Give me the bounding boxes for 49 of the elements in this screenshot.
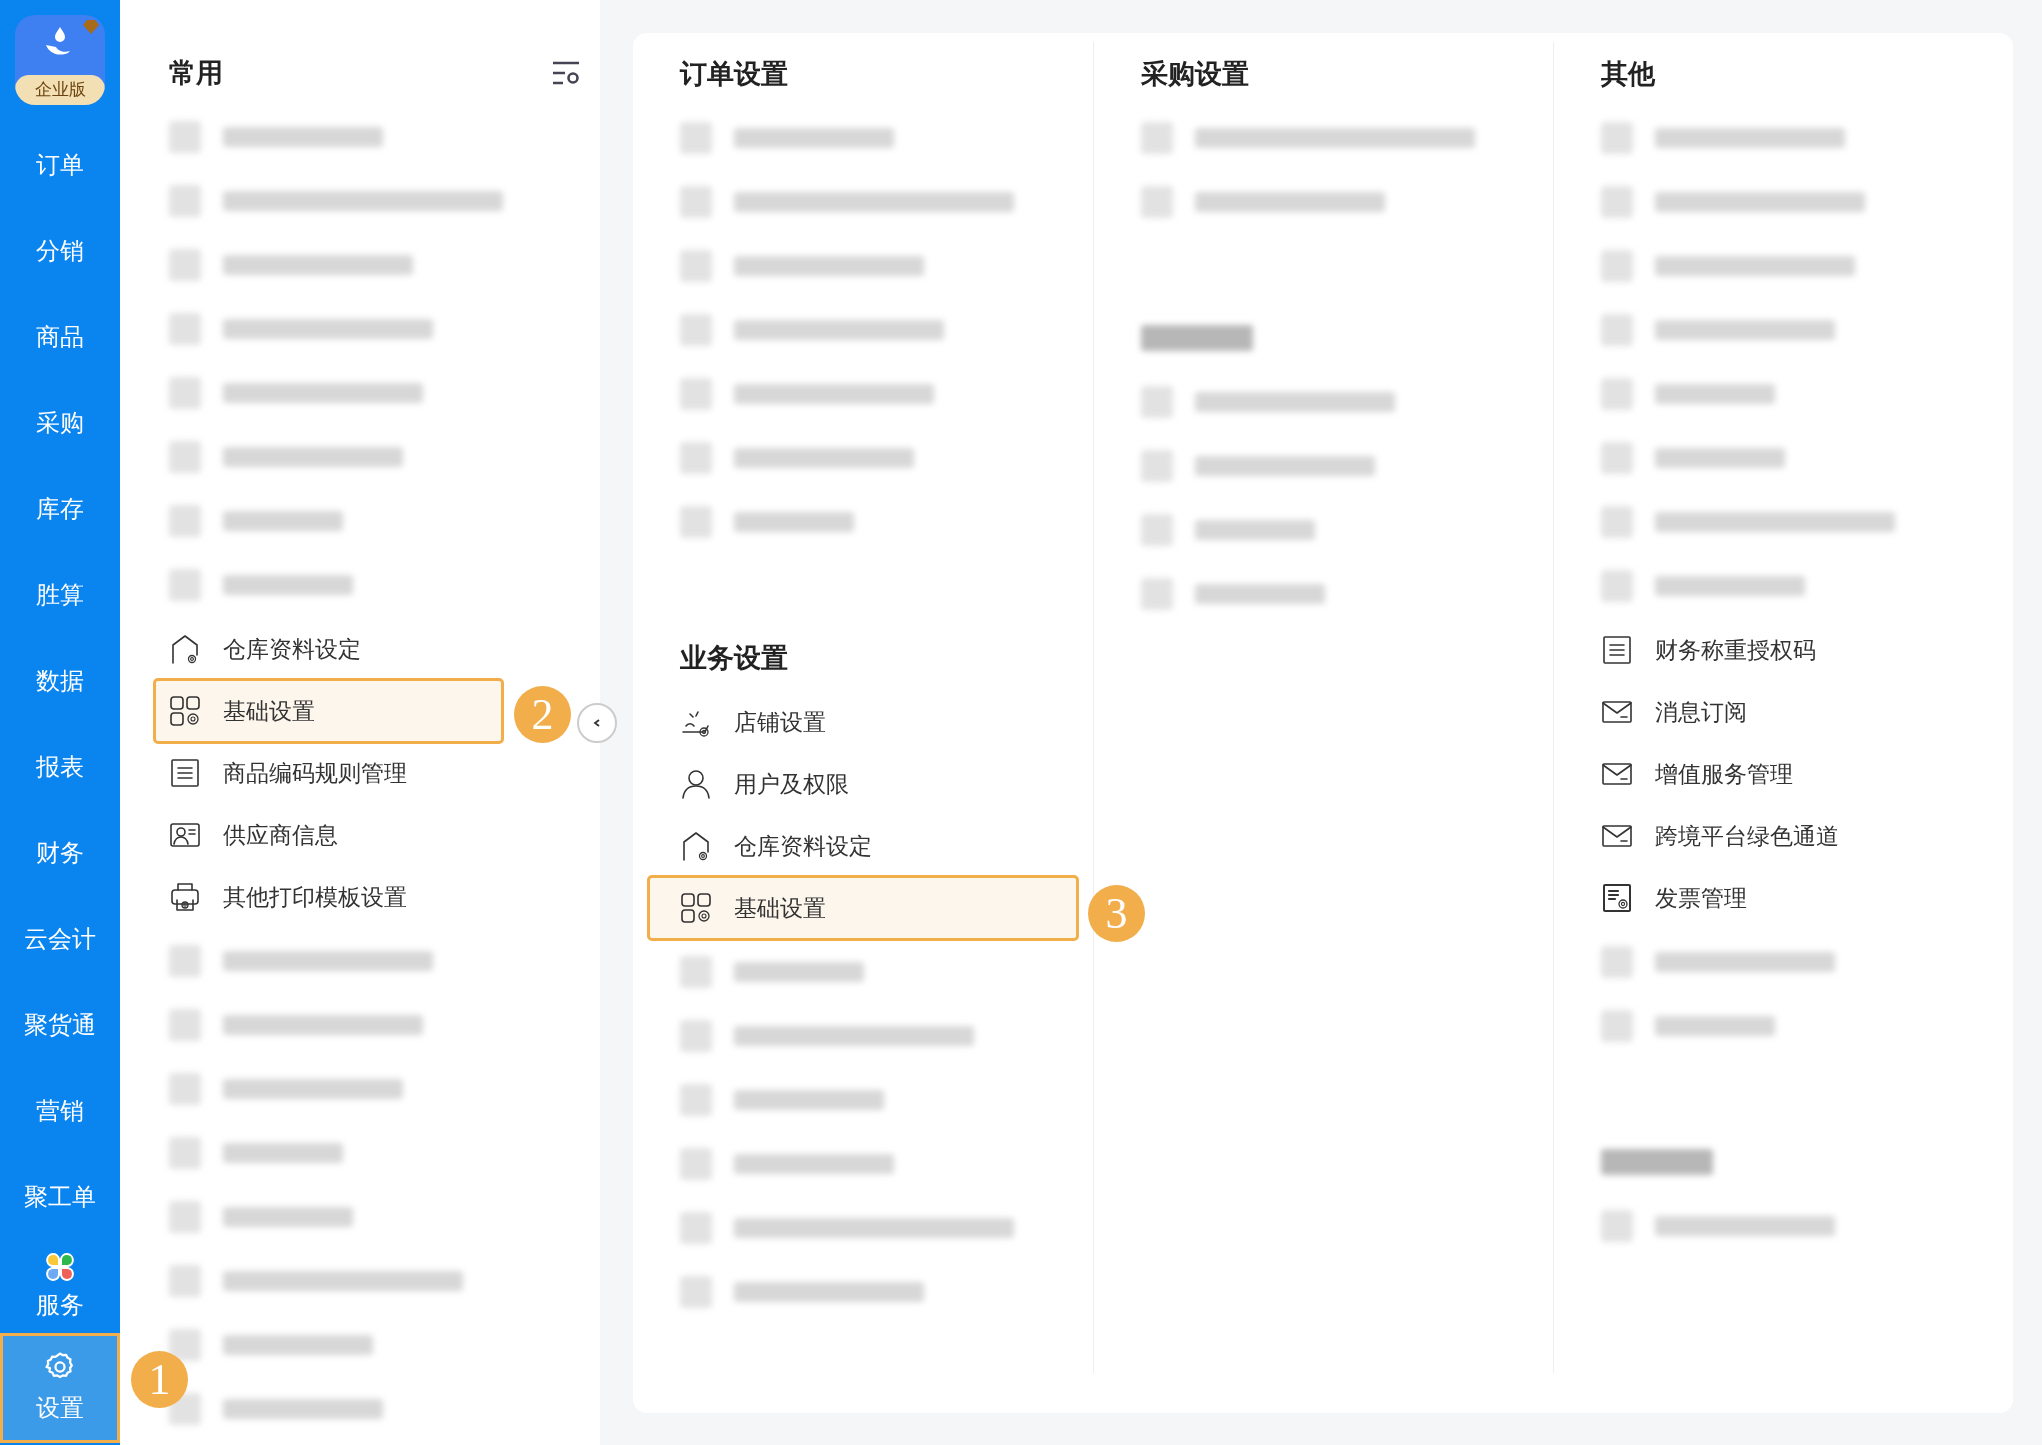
diamond-icon [81,19,101,35]
section-title: 订单设置 [680,57,788,91]
grid-gear-icon [169,695,201,727]
menu-item[interactable]: 商品编码规则管理 [156,743,501,803]
clover-icon [44,1250,76,1283]
house-gear-icon [169,633,201,665]
menu-item[interactable]: 仓库资料设定 [156,619,501,679]
nav-item[interactable]: 数据 [0,638,120,724]
house-gear-icon [680,830,712,862]
menu-item[interactable]: 增值服务管理 [1571,744,1996,804]
nav-item[interactable]: 财务 [0,810,120,896]
menu-item[interactable]: 跨境平台绿色通道 [1571,806,1996,866]
nav-item[interactable]: 采购 [0,380,120,466]
app-logo[interactable]: 企业版 [15,15,105,105]
nav-item[interactable]: 云会计 [0,896,120,982]
menu-item[interactable]: 基础设置 [156,681,501,741]
edition-badge: 企业版 [15,75,105,105]
invoice-icon [1601,882,1633,914]
nav-item[interactable]: 分销 [0,208,120,294]
nav-item[interactable]: 聚工单 [0,1154,120,1240]
menu-item[interactable]: 基础设置 [650,878,1076,938]
section-title: 采购设置 [1141,57,1249,91]
nav-item[interactable]: 库存 [0,466,120,552]
user-icon [680,768,712,800]
nav-item[interactable]: 胜算 [0,552,120,638]
menu-item[interactable]: 仓库资料设定 [650,816,1076,876]
panel-title: 常用 [169,56,223,90]
nav-item[interactable]: 订单 [0,122,120,208]
document-icon [169,757,201,789]
menu-item[interactable]: 消息订阅 [1571,682,1996,742]
printer-icon [169,881,201,913]
grid-gear-icon [680,892,712,924]
nav-item[interactable]: 商品 [0,294,120,380]
chevron-left-icon [592,718,602,728]
menu-item[interactable]: 财务称重授权码 [1571,620,1996,680]
section-title: 其他 [1601,57,1655,91]
nav-item[interactable]: 报表 [0,724,120,810]
collapse-button[interactable] [577,703,617,743]
menu-item[interactable]: 其他打印模板设置 [156,867,501,927]
section-title: 业务设置 [680,641,788,675]
nav-item[interactable]: 服务 [0,1240,120,1333]
menu-item[interactable]: 供应商信息 [156,805,501,865]
nav-item[interactable]: 聚货通 [0,982,120,1068]
list-settings-icon[interactable] [551,60,581,86]
menu-item[interactable]: 发票管理 [1571,868,1996,928]
document-icon [1601,634,1633,666]
menu-item[interactable]: 店铺设置 [650,692,1076,752]
menu-item[interactable]: 用户及权限 [650,754,1076,814]
nav-item[interactable]: 营销 [0,1068,120,1154]
